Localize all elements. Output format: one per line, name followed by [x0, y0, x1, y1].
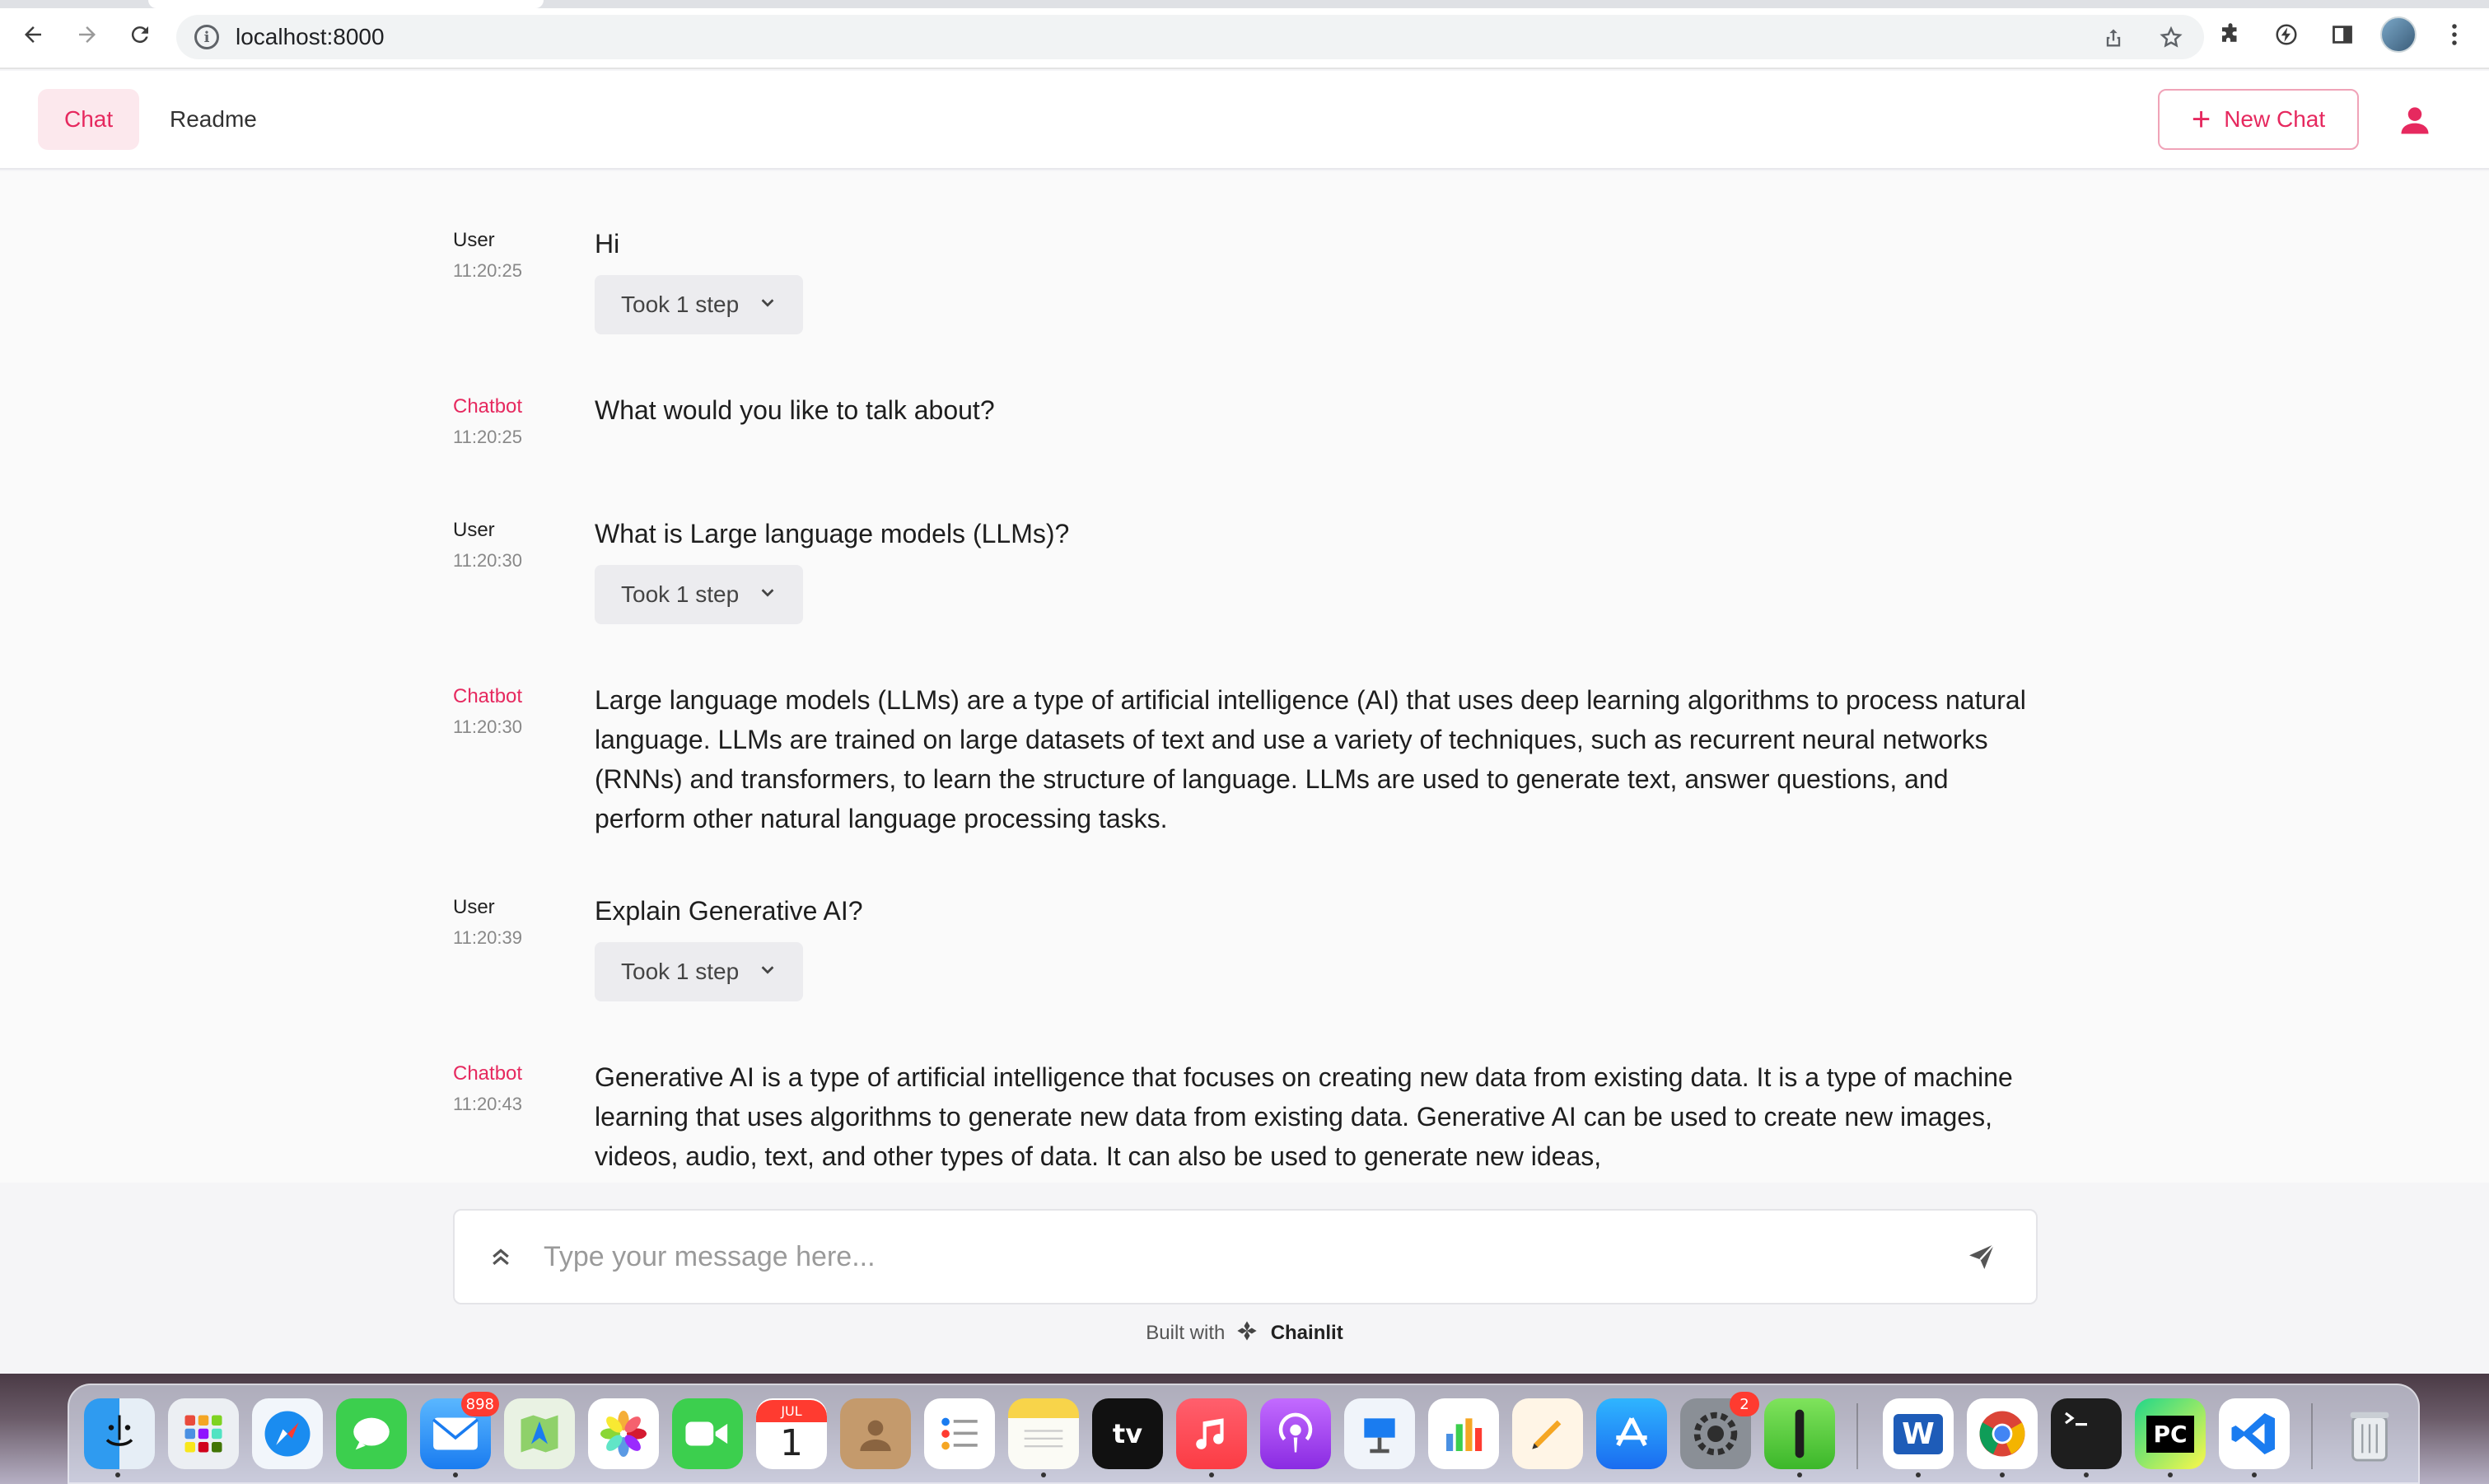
browser-menu-icon[interactable]	[2436, 16, 2473, 53]
message-text: Large language models (LLMs) are a type …	[595, 685, 2026, 833]
maps-icon[interactable]	[504, 1398, 575, 1469]
step-label: Took 1 step	[621, 292, 740, 317]
back-icon[interactable]	[15, 16, 51, 53]
address-bar[interactable]: i localhost:8000	[176, 15, 2204, 59]
settings-badge: 2	[1730, 1392, 1759, 1416]
calendar-day: 1	[780, 1422, 803, 1464]
tab-readme[interactable]: Readme	[143, 89, 283, 150]
pages-icon[interactable]	[1512, 1398, 1583, 1469]
calendar-icon[interactable]: JUL 1	[756, 1398, 827, 1469]
word-label: W	[1894, 1413, 1943, 1454]
app-header: Chat Readme + New Chat	[0, 71, 2489, 170]
message-time: 11:20:30	[453, 716, 523, 737]
share-icon[interactable]	[2097, 21, 2130, 54]
podcasts-icon[interactable]	[1260, 1398, 1331, 1469]
pycharm-icon[interactable]: PC	[2135, 1398, 2206, 1469]
extension-bolt-icon[interactable]	[2268, 16, 2305, 53]
message-text: Generative AI is a type of artificial in…	[595, 1062, 2013, 1171]
script-editor-icon[interactable]	[1764, 1398, 1835, 1469]
forward-icon[interactable]	[69, 16, 105, 53]
expand-up-icon[interactable]	[486, 1240, 516, 1273]
music-icon[interactable]	[1176, 1398, 1247, 1469]
launchpad-icon[interactable]	[168, 1398, 239, 1469]
message-author: Chatbot	[453, 1062, 523, 1085]
mail-icon[interactable]: 898	[420, 1392, 499, 1469]
chainlit-link[interactable]: Chainlit	[1271, 1322, 1343, 1344]
message-time: 11:20:25	[453, 427, 523, 447]
step-label: Took 1 step	[621, 959, 740, 984]
terminal-icon[interactable]	[2051, 1398, 2122, 1469]
apple-tv-icon[interactable]: tv	[1092, 1398, 1163, 1469]
safari-icon[interactable]	[252, 1398, 323, 1469]
apple-tv-label: tv	[1112, 1418, 1143, 1449]
message-time: 11:20:25	[453, 260, 523, 281]
tab-chat[interactable]: Chat	[38, 89, 140, 150]
chevron-down-icon	[759, 960, 777, 983]
numbers-icon[interactable]	[1428, 1398, 1499, 1469]
chrome-icon[interactable]	[1967, 1398, 2038, 1469]
extensions-icon[interactable]	[2212, 16, 2249, 53]
message-time: 11:20:30	[453, 550, 523, 571]
app-store-icon[interactable]	[1596, 1398, 1667, 1469]
message-time: 11:20:43	[453, 1094, 523, 1114]
notes-icon[interactable]	[1008, 1398, 1079, 1469]
message-text: Hi	[595, 229, 620, 259]
step-toggle[interactable]: Took 1 step	[595, 942, 804, 1001]
new-chat-label: New Chat	[2224, 106, 2326, 132]
chainlit-logo-icon	[1235, 1319, 1259, 1348]
browser-toolbar: i localhost:8000	[0, 0, 2489, 69]
step-toggle[interactable]: Took 1 step	[595, 565, 804, 624]
message-text: What would you like to talk about?	[595, 395, 995, 425]
bookmark-star-icon[interactable]	[2155, 21, 2188, 54]
built-with-footer: Built with Chainlit	[0, 1319, 2489, 1348]
message-author: User	[453, 896, 495, 918]
chat-messages[interactable]: User 11:20:25 Hi Took 1 step Chatbot 11:…	[0, 171, 2489, 1183]
message-author: Chatbot	[453, 685, 523, 707]
macos-dock: 898 JUL 1 tv 2 W PC	[68, 1384, 2420, 1484]
messages-icon[interactable]	[336, 1398, 407, 1469]
message-author: User	[453, 519, 495, 541]
chevron-down-icon	[759, 583, 777, 606]
finder-icon[interactable]	[84, 1398, 155, 1469]
chevron-down-icon	[759, 293, 777, 316]
tab-strip	[0, 0, 2489, 8]
pycharm-label: PC	[2146, 1415, 2194, 1453]
message-composer	[453, 1209, 2038, 1304]
step-label: Took 1 step	[621, 581, 740, 607]
message-text: What is Large language models (LLMs)?	[595, 519, 1070, 548]
message-text: Explain Generative AI?	[595, 896, 863, 926]
plus-icon: +	[2191, 101, 2211, 138]
site-info-icon[interactable]: i	[194, 25, 219, 49]
new-chat-button[interactable]: + New Chat	[2158, 89, 2359, 150]
reload-icon[interactable]	[122, 16, 158, 53]
contacts-icon[interactable]	[840, 1398, 911, 1469]
message-input[interactable]	[544, 1232, 1959, 1281]
keynote-icon[interactable]	[1344, 1398, 1415, 1469]
step-toggle[interactable]: Took 1 step	[595, 275, 804, 334]
photos-icon[interactable]	[588, 1398, 659, 1469]
message-author: Chatbot	[453, 395, 523, 418]
calendar-month: JUL	[756, 1400, 827, 1422]
reminders-icon[interactable]	[924, 1398, 995, 1469]
built-with-text: Built with	[1146, 1321, 1226, 1344]
message-time: 11:20:39	[453, 927, 523, 948]
vscode-icon[interactable]	[2219, 1398, 2290, 1469]
browser-profile-avatar[interactable]	[2380, 16, 2417, 53]
trash-icon[interactable]	[2334, 1398, 2405, 1469]
active-browser-tab[interactable]	[148, 0, 544, 8]
side-panel-icon[interactable]	[2324, 16, 2361, 53]
mail-badge: 898	[460, 1392, 499, 1416]
system-settings-icon[interactable]: 2	[1680, 1392, 1759, 1469]
send-icon[interactable]	[1959, 1234, 2005, 1280]
facetime-icon[interactable]	[672, 1398, 743, 1469]
url-text[interactable]: localhost:8000	[236, 24, 385, 50]
message-author: User	[453, 229, 495, 251]
user-account-icon[interactable]	[2397, 102, 2433, 138]
word-icon[interactable]: W	[1883, 1398, 1954, 1469]
